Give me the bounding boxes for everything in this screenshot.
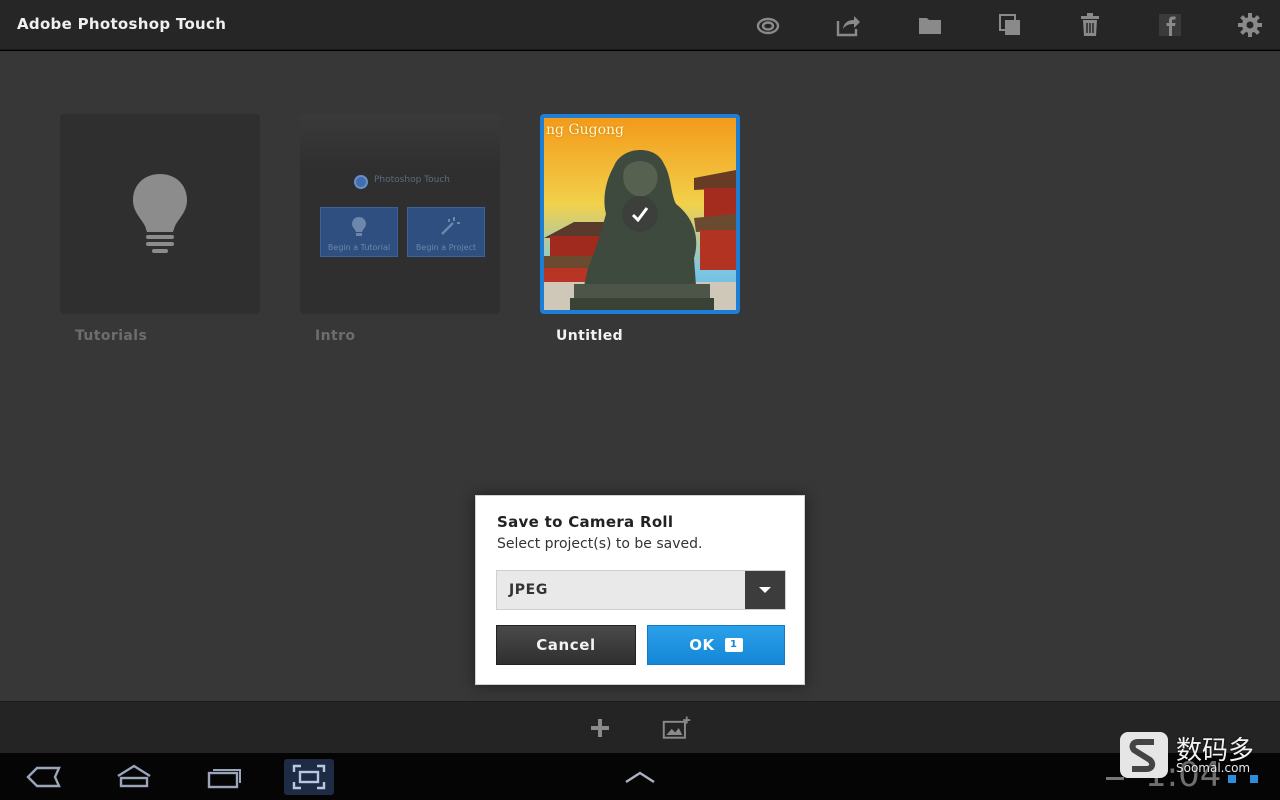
- system-nav-bar: 1:04: [0, 753, 1280, 800]
- screenshot-icon[interactable]: [284, 759, 334, 795]
- folder-icon[interactable]: [914, 9, 946, 41]
- project-label: Untitled: [556, 328, 624, 344]
- save-to-camera-roll-dialog: Save to Camera Roll Select project(s) to…: [475, 495, 805, 685]
- cancel-button[interactable]: Cancel: [496, 625, 636, 665]
- ok-button-label: OK: [689, 636, 715, 654]
- chevron-down-icon[interactable]: [745, 571, 785, 609]
- add-icon[interactable]: [585, 714, 615, 742]
- format-selected-value: JPEG: [509, 582, 548, 598]
- project-label: Tutorials: [75, 328, 148, 344]
- add-image-icon[interactable]: [662, 714, 692, 742]
- trash-icon[interactable]: [1074, 9, 1106, 41]
- magic-wand-icon: [441, 217, 460, 235]
- project-label: Intro: [315, 328, 356, 344]
- watermark-logo-icon: [1120, 732, 1168, 778]
- thumbnail-project-label: Begin a Project: [415, 243, 477, 252]
- creative-cloud-icon[interactable]: [752, 9, 784, 41]
- project-tile-intro[interactable]: Photoshop Touch Begin a Tutorial Begin a…: [300, 114, 500, 314]
- thumbnail-project-tile: Begin a Project: [407, 207, 485, 257]
- thumbnail-brand: Photoshop Touch: [374, 175, 450, 185]
- ok-button[interactable]: OK 1: [647, 625, 785, 665]
- back-icon[interactable]: [22, 759, 66, 795]
- chevron-up-icon[interactable]: [622, 759, 658, 795]
- format-dropdown[interactable]: JPEG: [496, 570, 786, 610]
- lightbulb-icon: [352, 217, 366, 236]
- watermark: 数码多 Soomal.com: [1120, 730, 1270, 780]
- facebook-icon[interactable]: [1154, 9, 1186, 41]
- home-icon[interactable]: [112, 759, 156, 795]
- cancel-button-label: Cancel: [536, 636, 596, 654]
- thumbnail-tutorial-tile: Begin a Tutorial: [320, 207, 398, 257]
- duplicate-icon[interactable]: [994, 9, 1026, 41]
- bottom-toolbar: [0, 701, 1280, 753]
- thumbnail-caption: ng Gugong: [546, 122, 624, 138]
- gear-icon[interactable]: [1234, 9, 1266, 41]
- selected-check-icon: [622, 196, 658, 232]
- watermark-url: Soomal.com: [1176, 761, 1251, 775]
- project-tile-tutorials[interactable]: [60, 114, 260, 314]
- thumbnail-tutorial-label: Begin a Tutorial: [327, 243, 391, 252]
- app-bar: Adobe Photoshop Touch: [0, 0, 1280, 50]
- dialog-subtitle: Select project(s) to be saved.: [497, 536, 703, 552]
- app-title: Adobe Photoshop Touch: [17, 15, 227, 33]
- lightbulb-icon: [133, 174, 187, 253]
- project-tile-untitled[interactable]: ng Gugong: [540, 114, 740, 314]
- dialog-title: Save to Camera Roll: [497, 513, 674, 531]
- share-icon[interactable]: [832, 9, 864, 41]
- photoshop-touch-logo-icon: [354, 175, 368, 189]
- recent-apps-icon[interactable]: [202, 759, 246, 795]
- thumbnail-header: [300, 114, 500, 169]
- selected-count-badge: 1: [724, 638, 743, 652]
